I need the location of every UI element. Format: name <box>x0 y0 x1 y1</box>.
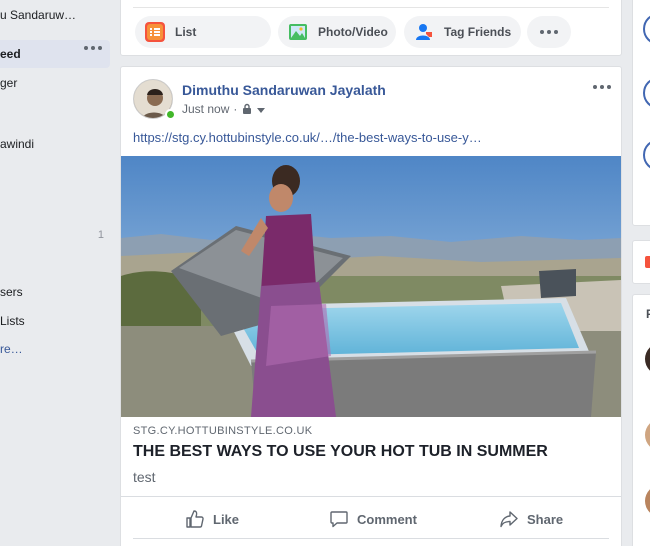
sidebar-profile-name[interactable]: u Sandaruw… <box>0 8 76 22</box>
contacts-card: P <box>632 294 650 546</box>
photo-video-label: Photo/Video <box>318 25 388 39</box>
news-feed-more-icon[interactable] <box>84 46 102 52</box>
story-ring-3[interactable] <box>643 139 650 171</box>
post-options-icon[interactable] <box>593 85 611 91</box>
composer-divider <box>133 7 609 8</box>
link-preview-image[interactable] <box>121 156 621 417</box>
post-composer: List Photo/Video Tag Friends <box>120 0 622 56</box>
sidebar-see-more-link[interactable]: re… <box>0 342 23 356</box>
like-label: Like <box>213 511 240 527</box>
comment-button[interactable]: Comment <box>329 499 417 539</box>
comment-label: Comment <box>357 511 417 527</box>
like-button[interactable]: Like <box>185 499 239 539</box>
feed-post: Dimuthu Sandaruwan Jayalath Just now · h… <box>120 66 622 546</box>
like-icon <box>186 510 204 528</box>
contact-avatar-3[interactable] <box>645 485 650 517</box>
list-label: List <box>175 25 197 39</box>
sidebar-item-messenger[interactable]: ger <box>0 76 17 90</box>
comment-icon <box>330 511 348 528</box>
composer-more-button[interactable] <box>527 16 571 48</box>
sidebar-item-lists[interactable]: Lists <box>0 314 25 328</box>
contact-avatar-2[interactable] <box>645 419 650 451</box>
photo-video-button[interactable]: Photo/Video <box>278 16 396 48</box>
link-preview-card[interactable]: STG.CY.HOTTUBINSTYLE.CO.UK THE BEST WAYS… <box>121 417 621 497</box>
sidebar-item-friend[interactable]: awindi <box>0 137 34 151</box>
gift-icon[interactable] <box>645 256 650 268</box>
story-ring-2[interactable] <box>643 77 650 109</box>
post-action-bar: Like Comment Share <box>133 499 609 539</box>
share-button[interactable]: Share <box>499 499 563 539</box>
tag-friends-icon <box>414 22 434 42</box>
post-timestamp[interactable]: Just now <box>182 102 229 116</box>
contact-avatar-1[interactable] <box>645 343 650 375</box>
list-button[interactable]: List <box>135 16 271 48</box>
sidebar-item-users[interactable]: sers <box>0 285 23 299</box>
online-status-dot <box>165 109 176 120</box>
post-author-name[interactable]: Dimuthu Sandaruwan Jayalath <box>182 82 386 98</box>
preview-title: THE BEST WAYS TO USE YOUR HOT TUB IN SUM… <box>133 443 548 460</box>
story-ring-1[interactable] <box>643 13 650 45</box>
privacy-dropdown-icon[interactable] <box>256 104 266 114</box>
stories-card <box>632 0 650 226</box>
sidebar-count-badge: 1 <box>97 229 104 241</box>
list-icon <box>145 22 165 42</box>
photo-icon <box>288 22 308 42</box>
tag-friends-button[interactable]: Tag Friends <box>404 16 521 48</box>
tag-friends-label: Tag Friends <box>444 25 512 39</box>
post-link[interactable]: https://stg.cy.hottubinstyle.co.uk/…/the… <box>133 130 482 145</box>
rail-small-card <box>632 240 650 284</box>
contacts-heading: P <box>646 307 650 321</box>
preview-domain: STG.CY.HOTTUBINSTYLE.CO.UK <box>133 425 313 437</box>
right-rail: P <box>632 0 650 546</box>
share-label: Share <box>527 511 564 527</box>
preview-description: test <box>133 469 156 485</box>
share-icon <box>500 511 518 528</box>
post-meta: Just now · <box>182 102 266 116</box>
left-sidebar: u Sandaruw… eed ger awindi 1 sers Lists … <box>0 0 112 546</box>
more-icon <box>540 30 558 34</box>
privacy-lock-icon[interactable] <box>241 103 253 115</box>
sidebar-item-news-feed[interactable]: eed <box>0 47 21 61</box>
